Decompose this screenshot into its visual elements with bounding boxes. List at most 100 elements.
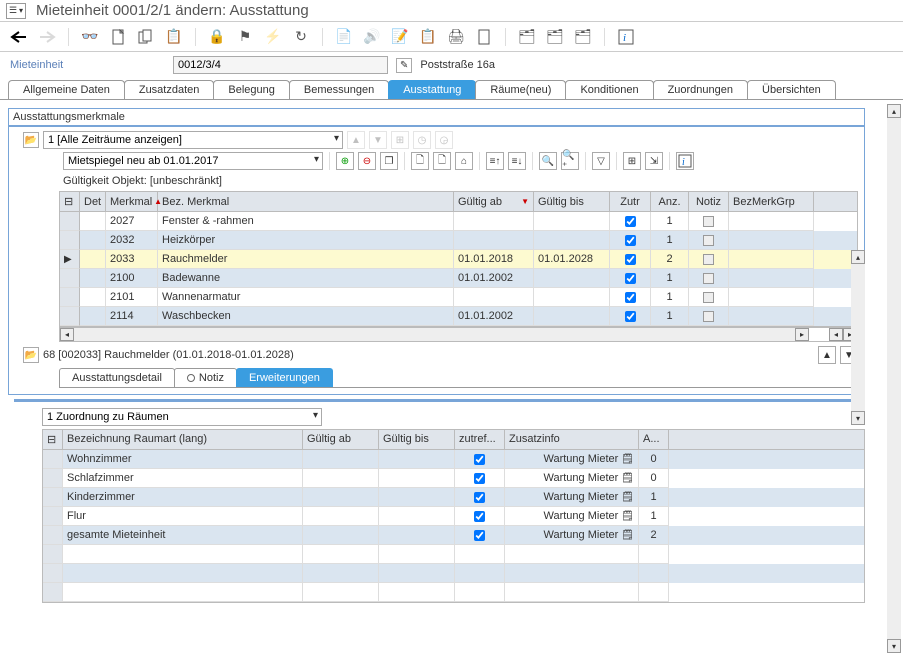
grid-info-icon[interactable]: i <box>676 152 694 170</box>
export-icon[interactable]: ⇲ <box>645 152 663 170</box>
copy-icon[interactable]: ❐ <box>380 152 398 170</box>
row-selector[interactable] <box>43 469 63 488</box>
tab-ausstattung[interactable]: Ausstattung <box>388 80 476 99</box>
tab-zusatzdaten[interactable]: Zusatzdaten <box>124 80 215 99</box>
note-icon[interactable]: 🗒 <box>621 454 634 465</box>
col-bez[interactable]: Bez. Merkmal <box>158 192 454 211</box>
tab-bemessungen[interactable]: Bemessungen <box>289 80 389 99</box>
scroll-left-button[interactable]: ◂ <box>60 328 74 341</box>
col-zutr[interactable]: Zutr <box>610 192 651 211</box>
home-icon[interactable]: ⌂ <box>455 152 473 170</box>
filter-icon[interactable]: ▽ <box>592 152 610 170</box>
cell-notiz[interactable] <box>689 288 729 307</box>
hierarchy1-icon[interactable]: 🗂 <box>518 28 536 46</box>
lock-icon[interactable]: 🔒 <box>208 28 226 46</box>
object-id-input[interactable] <box>173 56 388 74</box>
find-next-icon[interactable]: 🔍⁺ <box>561 152 579 170</box>
flag-icon[interactable]: ⚑ <box>236 28 254 46</box>
subtab-ausstattungsdetail[interactable]: Ausstattungsdetail <box>59 368 175 387</box>
outer-vscroll[interactable]: ▴ ▾ <box>887 104 901 653</box>
note-icon[interactable]: 🗒 <box>621 530 634 541</box>
cell-zutr[interactable] <box>610 212 651 231</box>
up-triangle-button[interactable]: ▲ <box>347 131 365 149</box>
cell-zutr[interactable] <box>610 269 651 288</box>
row-selector[interactable]: ▶ <box>60 250 80 269</box>
clock2-icon[interactable]: ◶ <box>435 131 453 149</box>
col-merkmal[interactable]: Merkmal▲ <box>106 192 158 211</box>
row-selector[interactable] <box>60 288 80 307</box>
tab--bersichten[interactable]: Übersichten <box>747 80 836 99</box>
col2-anzahl[interactable]: A... <box>639 430 669 449</box>
memo-icon[interactable]: 📝 <box>391 28 409 46</box>
cell-notiz[interactable] <box>689 307 729 326</box>
col-bezmerkgrp[interactable]: BezMerkGrp <box>729 192 814 211</box>
detail-prev-button[interactable]: ▲ <box>818 346 836 364</box>
glasses-icon[interactable]: 👓 <box>81 28 99 46</box>
row-selector[interactable] <box>60 231 80 250</box>
table-row[interactable]: FlurWartung Mieter🗒1 <box>43 507 864 526</box>
table-row[interactable]: 2114Waschbecken01.01.20021 <box>60 307 857 326</box>
clock-icon[interactable]: ◷ <box>413 131 431 149</box>
select-all-header[interactable]: ⊟ <box>60 192 80 211</box>
vscroll-down[interactable]: ▾ <box>851 411 865 425</box>
tab-r-ume-neu-[interactable]: Räume(neu) <box>475 80 566 99</box>
row-selector[interactable] <box>43 488 63 507</box>
assign-icon[interactable]: 📋 <box>419 28 437 46</box>
table-row[interactable]: 2100Badewanne01.01.20021 <box>60 269 857 288</box>
col-gueltig-bis[interactable]: Gültig bis <box>534 192 610 211</box>
page-left-button[interactable]: ◂ <box>829 328 843 341</box>
cell-zusatzinfo[interactable]: Wartung Mieter🗒 <box>505 450 639 469</box>
cell-zutr[interactable] <box>610 288 651 307</box>
inner-vscroll[interactable]: ▴ ▾ <box>851 250 865 425</box>
time-range-select[interactable]: 1 [Alle Zeiträume anzeigen] <box>43 131 343 149</box>
hierarchy3-icon[interactable]: 🗂 <box>574 28 592 46</box>
row-delete-icon[interactable]: ⊖ <box>358 152 376 170</box>
note-icon[interactable]: 🗒 <box>621 511 634 522</box>
col-gueltig-ab[interactable]: Gültig ab▼ <box>454 192 534 211</box>
detail-expand-icon[interactable]: 📂 <box>23 347 39 363</box>
tab-konditionen[interactable]: Konditionen <box>565 80 653 99</box>
row-selector[interactable] <box>60 307 80 326</box>
tab-allgemeine-daten[interactable]: Allgemeine Daten <box>8 80 125 99</box>
find-icon[interactable]: 🔍 <box>539 152 557 170</box>
cell-zutreffend[interactable] <box>455 526 505 545</box>
cell-zutreffend[interactable] <box>455 450 505 469</box>
cell-zutr[interactable] <box>610 307 651 326</box>
cell-zutreffend[interactable] <box>455 488 505 507</box>
tab-zuordnungen[interactable]: Zuordnungen <box>653 80 748 99</box>
col-det[interactable]: Det <box>80 192 106 211</box>
rooms-select-all[interactable]: ⊟ <box>43 430 63 449</box>
cell-notiz[interactable] <box>689 250 729 269</box>
cell-zutreffend[interactable] <box>455 469 505 488</box>
page-icon[interactable] <box>475 28 493 46</box>
forward-button[interactable] <box>38 28 56 46</box>
row-selector[interactable] <box>60 269 80 288</box>
print-icon[interactable]: 🖨 <box>447 28 465 46</box>
cell-zusatzinfo[interactable]: Wartung Mieter🗒 <box>505 526 639 545</box>
tab-belegung[interactable]: Belegung <box>213 80 290 99</box>
col2-gab[interactable]: Gültig ab <box>303 430 379 449</box>
scroll-right-button[interactable]: ▸ <box>795 328 809 341</box>
cell-zutr[interactable] <box>610 231 651 250</box>
table-row[interactable]: 2101Wannenarmatur1 <box>60 288 857 307</box>
col-notiz[interactable]: Notiz <box>689 192 729 211</box>
note-icon[interactable]: 🗒 <box>621 492 634 503</box>
cell-zusatzinfo[interactable]: Wartung Mieter🗒 <box>505 507 639 526</box>
note-icon[interactable]: 🗒 <box>621 473 634 484</box>
info-icon[interactable]: i <box>617 28 635 46</box>
table-row[interactable]: ▶2033Rauchmelder01.01.201801.01.20282 <box>60 250 857 269</box>
down-triangle-button[interactable]: ▼ <box>369 131 387 149</box>
edit-address-button[interactable]: ✎ <box>396 58 412 73</box>
table-row[interactable]: KinderzimmerWartung Mieter🗒1 <box>43 488 864 507</box>
table-row[interactable]: SchlafzimmerWartung Mieter🗒0 <box>43 469 864 488</box>
doc2-icon[interactable]: 🗋 <box>433 152 451 170</box>
vscroll-up[interactable]: ▴ <box>851 250 865 264</box>
back-button[interactable] <box>10 28 28 46</box>
cell-notiz[interactable] <box>689 212 729 231</box>
clipboard-icon[interactable]: 📋 <box>165 28 183 46</box>
table-row[interactable]: gesamte MieteinheitWartung Mieter🗒2 <box>43 526 864 545</box>
sort-asc-icon[interactable]: ≡↑ <box>486 152 504 170</box>
col-anz[interactable]: Anz. <box>651 192 689 211</box>
row-selector[interactable] <box>43 507 63 526</box>
grid1-hscroll[interactable]: ◂ ▸ ◂ ▸ <box>59 327 858 342</box>
